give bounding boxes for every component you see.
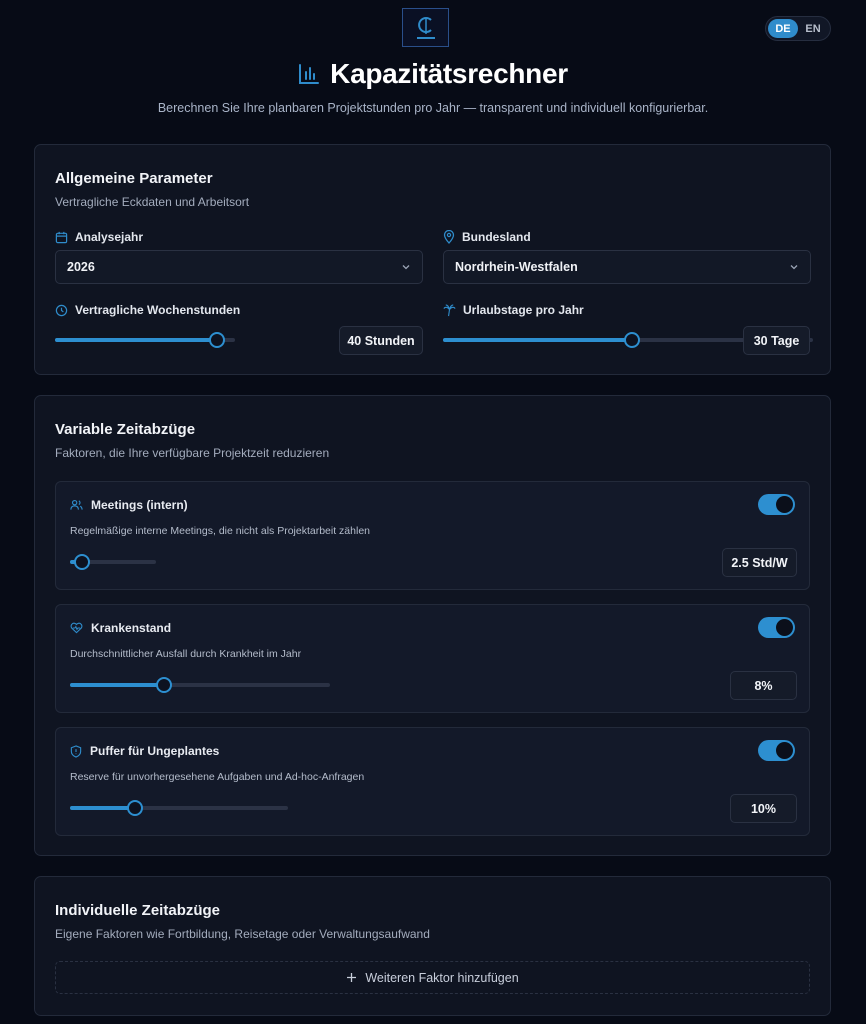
toggle-knob [776,496,793,513]
factor-title-text: Krankenstand [91,621,172,635]
card-title: Individuelle Zeitabzüge [55,902,221,919]
card-description: Faktoren, die Ihre verfügbare Projektzei… [55,446,330,460]
language-de-button[interactable]: DE [768,19,798,38]
slider-fill [70,806,136,810]
slider-thumb[interactable] [73,554,90,570]
card-description: Vertragliche Eckdaten und Arbeitsort [55,195,250,209]
weekly-hours-value: 40 Stunden [339,326,423,355]
app-logo [402,8,449,47]
weekly-hours-slider[interactable] [55,332,235,348]
slider-fill [55,338,217,342]
users-icon [70,499,83,511]
factor-description: Reserve für unvorhergesehene Aufgaben un… [70,771,365,783]
factor-title: Meetings (intern) [70,498,188,512]
language-en-button[interactable]: EN [798,19,828,38]
palm-tree-icon [443,303,456,317]
plus-icon [346,972,357,983]
factor-title-text: Meetings (intern) [91,498,188,512]
factor-enabled-toggle[interactable] [758,494,795,515]
vacation-value: 30 Tage [743,326,810,355]
weekly-hours-label-text: Vertragliche Wochenstunden [75,303,241,317]
clock-icon [55,304,68,317]
year-select-value: 2026 [67,260,95,274]
factor-buffer: Puffer für Ungeplantes Reserve für unvor… [55,727,810,836]
chevron-down-icon [401,262,411,272]
factor-slider[interactable] [70,677,330,693]
card-description: Eigene Faktoren wie Fortbildung, Reiseta… [55,927,430,941]
custom-deductions-card: Individuelle Zeitabzüge Eigene Faktoren … [34,876,831,1016]
year-select[interactable]: 2026 [55,250,423,284]
add-factor-label: Weiteren Faktor hinzufügen [365,970,519,985]
variable-deductions-card: Variable Zeitabzüge Faktoren, die Ihre v… [34,395,831,856]
state-select-value: Nordrhein-Westfalen [455,260,578,274]
shield-icon [70,744,82,758]
bar-chart-icon [298,63,320,85]
add-factor-button[interactable]: Weiteren Faktor hinzufügen [55,961,810,994]
general-parameters-card: Allgemeine Parameter Vertragliche Eckdat… [34,144,831,375]
factor-title: Krankenstand [70,621,171,635]
factor-sick-leave: Krankenstand Durchschnittlicher Ausfall … [55,604,810,713]
factor-value: 8% [730,671,797,700]
factor-description: Durchschnittlicher Ausfall durch Krankhe… [70,648,302,660]
heart-pulse-icon [70,622,83,634]
card-title: Allgemeine Parameter [55,170,213,187]
factor-value: 10% [730,794,797,823]
factor-slider[interactable] [70,800,288,816]
factor-title: Puffer für Ungeplantes [70,744,219,758]
vacation-label: Urlaubstage pro Jahr [443,303,584,317]
state-label-text: Bundesland [462,230,531,244]
toggle-knob [776,619,793,636]
calendar-icon [55,231,68,244]
factor-meetings: Meetings (intern) Regelmäßige interne Me… [55,481,810,590]
map-pin-icon [443,230,455,244]
slider-fill [70,683,164,687]
state-select[interactable]: Nordrhein-Westfalen [443,250,811,284]
factor-enabled-toggle[interactable] [758,617,795,638]
slider-thumb[interactable] [623,332,640,348]
chevron-down-icon [789,262,799,272]
page-subtitle: Berechnen Sie Ihre planbaren Projektstun… [157,101,709,115]
slider-thumb[interactable] [127,800,144,816]
slider-thumb[interactable] [155,677,172,693]
logo-icon [416,16,435,39]
factor-slider[interactable] [70,554,156,570]
language-toggle[interactable]: DE EN [765,16,831,41]
factor-title-text: Puffer für Ungeplantes [90,744,220,758]
weekly-hours-label: Vertragliche Wochenstunden [55,303,240,317]
card-title: Variable Zeitabzüge [55,421,196,438]
slider-thumb[interactable] [209,332,225,348]
vacation-label-text: Urlaubstage pro Jahr [463,303,584,317]
page-header: Kapazitätsrechner [0,58,866,90]
year-label-text: Analysejahr [75,230,144,244]
toggle-knob [776,742,793,759]
page-title: Kapazitätsrechner [330,58,568,89]
state-label: Bundesland [443,230,531,244]
factor-value: 2.5 Std/W [722,548,797,577]
slider-fill [443,338,632,342]
factor-enabled-toggle[interactable] [758,740,795,761]
factor-description: Regelmäßige interne Meetings, die nicht … [70,525,370,537]
year-label: Analysejahr [55,230,143,244]
